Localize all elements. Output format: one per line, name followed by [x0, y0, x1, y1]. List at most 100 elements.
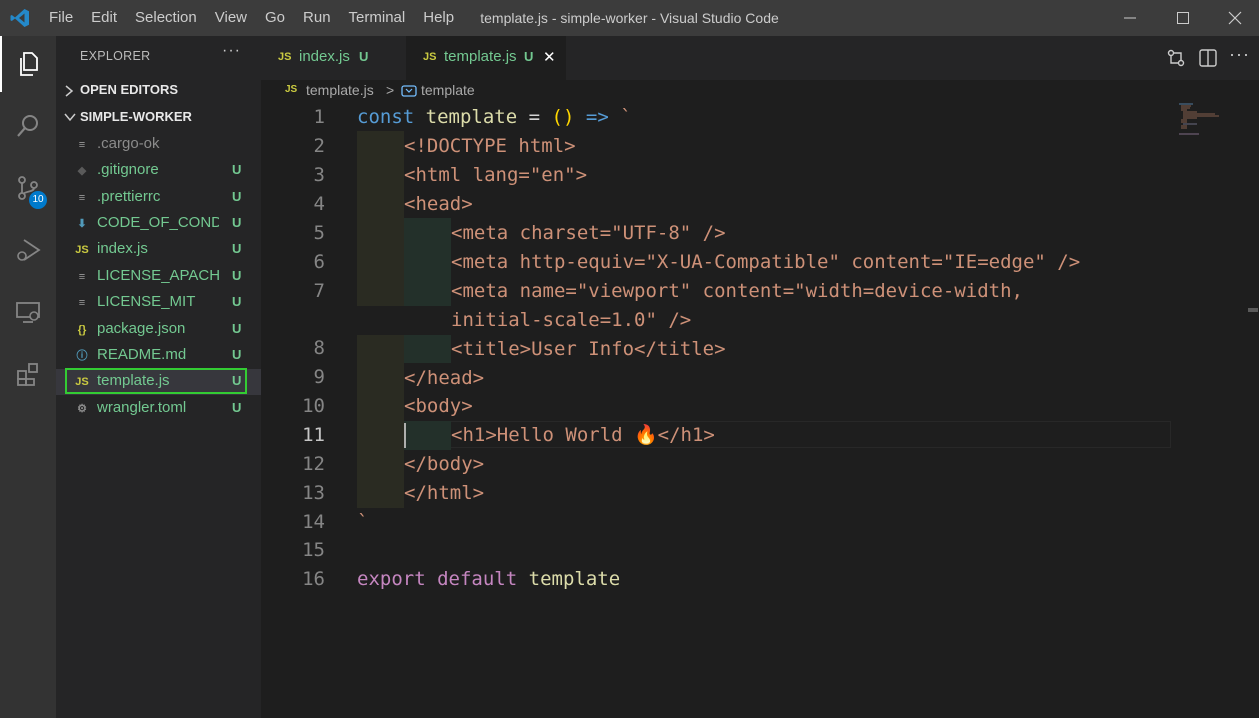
file-item[interactable]: ◆ .gitignore U: [56, 158, 261, 184]
file-item[interactable]: ≡ .prettierrc U: [56, 185, 261, 211]
tab-label: template.js: [444, 48, 517, 65]
file-item[interactable]: {} package.json U: [56, 317, 261, 343]
file-type-icon: ≡: [78, 297, 86, 309]
remote-explorer-button[interactable]: [0, 284, 56, 340]
open-changes-button[interactable]: [1166, 48, 1188, 68]
file-name: wrangler.toml: [97, 399, 187, 416]
tab-template-js[interactable]: JS template.js U ✕: [406, 36, 566, 80]
line-number: 16: [302, 568, 325, 590]
breadcrumb-file[interactable]: template.js: [306, 82, 374, 98]
close-window-button[interactable]: [1211, 0, 1259, 36]
source-control-button[interactable]: 10: [0, 160, 56, 216]
folder-section[interactable]: SIMPLE-WORKER: [56, 105, 261, 131]
more-actions-editor-button[interactable]: ···: [1229, 44, 1251, 68]
indent-guide: [404, 334, 451, 363]
git-status: U: [232, 241, 242, 256]
file-name: CODE_OF_COND...: [97, 214, 219, 231]
code-line: <meta name="viewport" content="width=dev…: [451, 280, 1023, 302]
file-item[interactable]: ⓘ README.md U: [56, 343, 261, 369]
maximize-icon: [1177, 12, 1189, 24]
explorer-header: EXPLORER: [80, 49, 151, 63]
file-name: package.json: [97, 320, 186, 337]
file-type-icon: ◆: [77, 165, 87, 177]
line-number: 4: [313, 193, 325, 215]
keyword-token: export: [357, 568, 426, 590]
code-line-wrapped: initial-scale=1.0" />: [451, 309, 692, 331]
line-number: 6: [313, 251, 325, 273]
search-button[interactable]: [0, 98, 56, 154]
file-name: .cargo-ok: [97, 135, 160, 152]
menu-help[interactable]: Help: [414, 0, 463, 36]
menu-selection[interactable]: Selection: [126, 0, 206, 36]
file-item[interactable]: ≡ .cargo-ok: [56, 132, 261, 158]
line-number: 14: [302, 511, 325, 533]
run-debug-button[interactable]: [0, 222, 56, 278]
line-number: 9: [313, 366, 325, 388]
chevron-right-icon: [65, 85, 74, 97]
git-status: U: [232, 373, 242, 388]
file-type-icon: {}: [77, 324, 87, 336]
file-item[interactable]: ⚙ wrangler.toml U: [56, 396, 261, 422]
editor-tab-bar: JS index.js U JS template.js U ✕ ···: [261, 36, 1259, 80]
split-editor-button[interactable]: [1198, 48, 1220, 68]
line-number: 7: [313, 280, 325, 302]
line-number: 2: [313, 135, 325, 157]
file-item[interactable]: ⬇ CODE_OF_COND... U: [56, 211, 261, 237]
identifier-token: template: [425, 106, 518, 128]
file-type-icon: ⓘ: [76, 350, 88, 362]
line-number-current: 11: [302, 424, 325, 446]
explorer-button[interactable]: [0, 36, 56, 92]
git-status: U: [232, 268, 242, 283]
js-file-icon: JS: [285, 84, 298, 95]
tab-index-js[interactable]: JS index.js U: [261, 36, 405, 80]
code-line: <title>User Info</title>: [451, 338, 726, 360]
search-icon: [17, 115, 38, 137]
line-number: 13: [302, 482, 325, 504]
file-name: README.md: [97, 346, 187, 363]
maximize-button[interactable]: [1158, 0, 1208, 36]
tab-label: index.js: [299, 48, 350, 65]
tab-status: U: [359, 49, 369, 64]
menu-bar: File Edit Selection View Go Run Terminal…: [40, 0, 463, 36]
git-status: U: [232, 294, 242, 309]
menu-go[interactable]: Go: [256, 0, 294, 36]
line-number: 15: [302, 539, 325, 561]
breadcrumb-symbol[interactable]: template: [421, 82, 475, 98]
git-status: U: [232, 347, 242, 362]
line-number: 1: [313, 106, 325, 128]
extensions-icon: [17, 363, 38, 386]
open-editors-section[interactable]: OPEN EDITORS: [56, 78, 261, 104]
remote-explorer-icon: [16, 302, 40, 323]
line-number: 12: [302, 453, 325, 475]
file-item[interactable]: ≡ LICENSE_MIT U: [56, 290, 261, 316]
code-editor[interactable]: 1 2 3 4 5 6 7 8 9 10 11 12 13 14 15 16 c…: [261, 102, 1259, 718]
menu-file[interactable]: File: [40, 0, 82, 36]
extensions-button[interactable]: [0, 346, 56, 402]
file-item[interactable]: ≡ LICENSE_APACHE U: [56, 264, 261, 290]
file-name: .prettierrc: [97, 188, 161, 205]
menu-run[interactable]: Run: [294, 0, 340, 36]
keyword-token: const: [357, 106, 415, 128]
activity-bar: 10: [0, 36, 56, 718]
file-item[interactable]: JS template.js U: [56, 368, 261, 395]
file-item[interactable]: JS index.js U: [56, 237, 261, 263]
file-type-icon: ⬇: [77, 218, 87, 230]
symbol-variable-icon: [401, 85, 417, 97]
more-actions-button[interactable]: ···: [222, 42, 241, 60]
minimap[interactable]: [1175, 102, 1245, 142]
menu-view[interactable]: View: [206, 0, 256, 36]
vertical-scrollbar[interactable]: [1245, 102, 1259, 718]
git-status: U: [232, 162, 242, 177]
close-tab-icon[interactable]: ✕: [543, 48, 556, 66]
line-number: 3: [313, 164, 325, 186]
indent-guide: [404, 421, 451, 450]
file-type-icon: JS: [75, 244, 89, 256]
menu-terminal[interactable]: Terminal: [340, 0, 415, 36]
breadcrumb-separator: >: [386, 82, 395, 98]
code-line: <meta charset="UTF-8" />: [451, 222, 726, 244]
code-line: <body>: [404, 395, 473, 417]
minimize-button[interactable]: [1105, 0, 1155, 36]
file-type-icon: ≡: [78, 271, 86, 283]
menu-edit[interactable]: Edit: [82, 0, 126, 36]
js-file-icon: JS: [278, 51, 292, 63]
